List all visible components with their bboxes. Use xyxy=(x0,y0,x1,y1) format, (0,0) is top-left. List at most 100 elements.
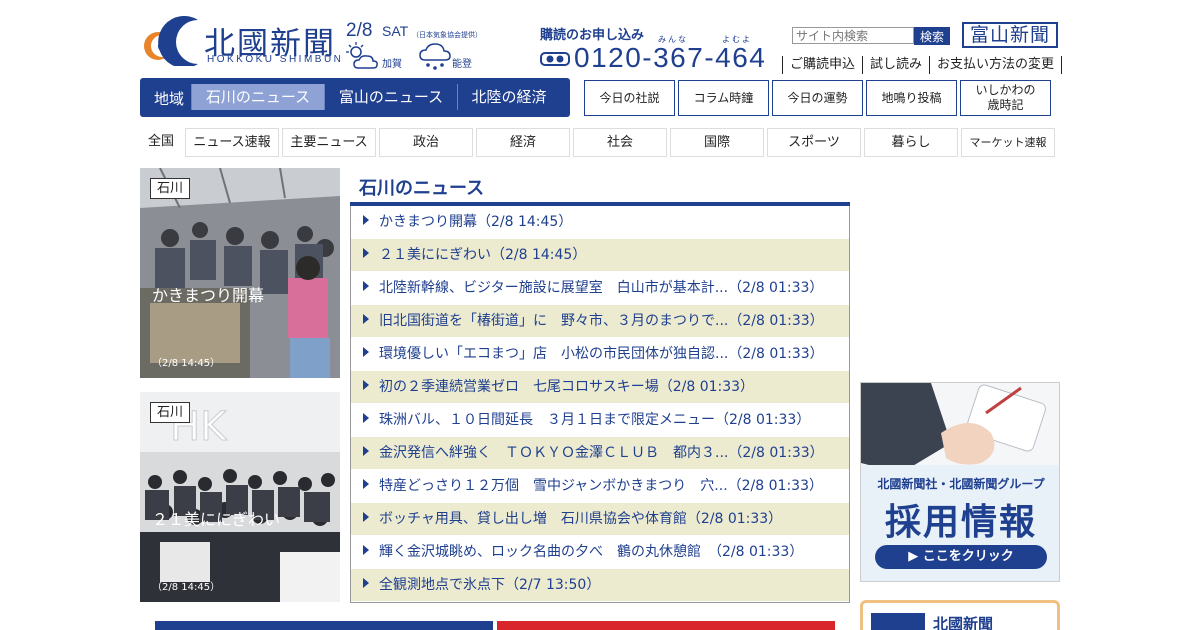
news-item[interactable]: 北陸新幹線、ビジター施設に展望室 白山市が基本計...（2/8 01:33） xyxy=(351,272,849,305)
news-headline: 北陸新幹線、ビジター施設に展望室 白山市が基本計...（2/8 01:33） xyxy=(379,280,824,296)
news-headline: 初の２季連続営業ゼロ 七尾コロサスキー場（2/8 01:33） xyxy=(379,379,755,395)
recruit-company: 北國新聞社・北國新聞グループ xyxy=(877,477,1045,491)
toyama-shimbun-link[interactable]: 富山新聞 xyxy=(962,22,1058,48)
reader-post-button[interactable]: 地鳴り投稿 xyxy=(866,80,957,116)
arrow-right-icon xyxy=(363,446,369,456)
subscribe-info[interactable]: 購読のお申し込み みんな よむよ 0120-367-464 xyxy=(540,24,780,76)
news-item[interactable]: 環境優しい「エコまつ」店 小松の市民団体が独自認...（2/8 01:33） xyxy=(351,338,849,371)
bottom-banner-1[interactable] xyxy=(155,621,493,630)
news-headline: 全観測地点で氷点下（2/7 13:50） xyxy=(379,577,601,593)
cloud-snow-icon[interactable] xyxy=(418,42,452,72)
link-payment-change[interactable]: お支払い方法の変更 xyxy=(929,56,1063,74)
phone-number[interactable]: 0120-367-464 xyxy=(574,42,766,74)
news-headline: 輝く金沢城眺め、ロック名曲の夕べ 鶴の丸休憩館 （2/8 01:33） xyxy=(379,544,804,560)
featured-time: （2/8 14:45） xyxy=(152,582,221,593)
news-item[interactable]: 初の２季連続営業ゼロ 七尾コロサスキー場（2/8 01:33） xyxy=(351,371,849,404)
header-links: ご購読申込 試し読み お支払い方法の変更 xyxy=(782,56,1063,74)
region-label: 地域 xyxy=(154,90,185,108)
link-subscribe[interactable]: ご購読申込 xyxy=(782,56,862,74)
cat-breaking[interactable]: ニュース速報 xyxy=(185,128,279,157)
news-item[interactable]: ２１美ににぎわい（2/8 14:45） xyxy=(351,239,849,272)
weekday: SAT xyxy=(382,23,409,39)
news-item[interactable]: ボッチャ用具、貸し出し増 石川県協会や体育館（2/8 01:33） xyxy=(351,503,849,536)
news-headline: 珠洲バル、１０日間延長 ３月１日まで限定メニュー（2/8 01:33） xyxy=(379,412,811,428)
news-item[interactable]: 特産どっさり１２万個 雪中ジャンボかきまつり 穴...（2/8 01:33） xyxy=(351,470,849,503)
cat-international[interactable]: 国際 xyxy=(670,128,764,157)
date-weather: 2/8 SAT （日本気象協会提供） 加賀 能登 xyxy=(346,20,536,74)
horoscope-button[interactable]: 今日の運勢 xyxy=(772,80,863,116)
cat-sports[interactable]: スポーツ xyxy=(767,128,861,157)
quick-links: 今日の社説 コラム時鐘 今日の運勢 地鳴り投稿 いしかわの 歳時記 xyxy=(584,80,1054,116)
promo-text: 北國新聞 xyxy=(933,615,994,630)
arrow-right-icon xyxy=(363,479,369,489)
region-nav: 地域 石川のニュース 富山のニュース 北陸の経済 xyxy=(140,78,570,117)
search-input[interactable] xyxy=(792,27,914,44)
weather-area-kaga: 加賀 xyxy=(382,59,402,70)
promo-logo-icon xyxy=(871,613,925,630)
weather-source: （日本気象協会提供） xyxy=(412,31,482,39)
news-item[interactable]: 全観測地点で氷点下（2/7 13:50） xyxy=(351,569,849,602)
news-headline: ２１美ににぎわい（2/8 14:45） xyxy=(379,247,587,263)
recruit-banner[interactable]: 北國新聞社・北國新聞グループ 採用情報 ▶ ここをクリック xyxy=(860,382,1060,582)
news-headline: ボッチャ用具、貸し出し増 石川県協会や体育館（2/8 01:33） xyxy=(379,511,783,527)
region-tag: 石川 xyxy=(150,178,191,199)
news-list: かきまつり開幕（2/8 14:45） ２１美ににぎわい（2/8 14:45） 北… xyxy=(350,206,850,603)
cat-economy[interactable]: 経済 xyxy=(476,128,570,157)
ishikawa-calendar-button[interactable]: いしかわの 歳時記 xyxy=(960,80,1051,116)
featured-caption: ２１美ににぎわい xyxy=(152,510,281,529)
news-item[interactable]: 珠洲バル、１０日間延長 ３月１日まで限定メニュー（2/8 01:33） xyxy=(351,404,849,437)
news-headline: 旧北国街道を「椿街道」に 野々市、３月のまつりで...（2/8 01:33） xyxy=(379,313,824,329)
tab-toyama-news[interactable]: 富山のニュース xyxy=(324,84,457,110)
section-title: 石川のニュース xyxy=(359,178,485,199)
weather-area-noto: 能登 xyxy=(452,59,472,70)
date: 2/8 xyxy=(346,20,373,41)
news-headline: 環境優しい「エコまつ」店 小松の市民団体が独自認...（2/8 01:33） xyxy=(379,346,824,362)
logo-mark-icon xyxy=(144,16,198,66)
featured-time: （2/8 14:45） xyxy=(152,358,221,369)
hokkoku-promo[interactable]: 北國新聞 xyxy=(860,600,1060,630)
cat-society[interactable]: 社会 xyxy=(573,128,667,157)
search-button[interactable]: 検索 xyxy=(914,27,950,45)
bottom-banner-2[interactable] xyxy=(497,621,835,630)
calendar-label: いしかわの 歳時記 xyxy=(975,83,1036,112)
cat-top-news[interactable]: 主要ニュース xyxy=(282,128,376,157)
ishikawa-news-list: 石川のニュース かきまつり開幕（2/8 14:45） ２１美ににぎわい（2/8 … xyxy=(350,168,850,604)
news-headline: 特産どっさり１２万個 雪中ジャンボかきまつり 穴...（2/8 01:33） xyxy=(379,478,823,494)
cat-living[interactable]: 暮らし xyxy=(864,128,958,157)
site-logo[interactable]: 北國新聞 HOKKOKU SHIMBUN xyxy=(140,16,344,68)
subscribe-title: 購読のお申し込み xyxy=(540,28,645,43)
cloud-sun-icon[interactable] xyxy=(346,42,380,72)
arrow-right-icon xyxy=(363,512,369,522)
category-nav: 全国 ニュース速報 主要ニュース 政治 経済 社会 国際 スポーツ 暮らし マー… xyxy=(140,128,1058,157)
arrow-right-icon xyxy=(363,314,369,324)
news-item[interactable]: かきまつり開幕（2/8 14:45） xyxy=(351,206,849,239)
region-tag: 石川 xyxy=(150,402,191,423)
recruit-click-button[interactable]: ▶ ここをクリック xyxy=(875,545,1047,569)
news-item[interactable]: 旧北国街道を「椿街道」に 野々市、３月のまつりで...（2/8 01:33） xyxy=(351,305,849,338)
tab-hokuriku-economy[interactable]: 北陸の経済 xyxy=(457,84,560,110)
arrow-right-icon xyxy=(363,248,369,258)
tab-ishikawa-news[interactable]: 石川のニュース xyxy=(191,84,324,110)
column-jisho-button[interactable]: コラム時鐘 xyxy=(678,80,769,116)
arrow-right-icon xyxy=(363,413,369,423)
logo-subtitle: HOKKOKU SHIMBUN xyxy=(207,54,344,65)
editorial-button[interactable]: 今日の社説 xyxy=(584,80,675,116)
news-item[interactable]: 金沢発信へ絆強く ＴＯＫＹＯ金澤ＣＬＵＢ 都内３...（2/8 01:33） xyxy=(351,437,849,470)
cat-market[interactable]: マーケット速報 xyxy=(961,128,1055,157)
arrow-right-icon xyxy=(363,281,369,291)
featured-story-2[interactable]: HK 石川 ２１美ににぎわい （2/8 14:45） xyxy=(140,392,340,602)
cat-national[interactable]: 全国 xyxy=(140,128,182,157)
toll-free-icon xyxy=(540,52,570,66)
featured-photo-oyster-festival xyxy=(140,168,340,378)
featured-story-1[interactable]: 石川 かきまつり開幕 （2/8 14:45） xyxy=(140,168,340,378)
recruit-title: 採用情報 xyxy=(884,502,1037,543)
cat-politics[interactable]: 政治 xyxy=(379,128,473,157)
news-headline: 金沢発信へ絆強く ＴＯＫＹＯ金澤ＣＬＵＢ 都内３...（2/8 01:33） xyxy=(379,445,824,461)
arrow-right-icon xyxy=(363,347,369,357)
news-headline: かきまつり開幕（2/8 14:45） xyxy=(379,214,573,230)
featured-caption: かきまつり開幕 xyxy=(152,286,265,305)
arrow-right-icon xyxy=(363,215,369,225)
featured-photo-21st-museum: HK xyxy=(140,392,340,602)
news-item[interactable]: 輝く金沢城眺め、ロック名曲の夕べ 鶴の丸休憩館 （2/8 01:33） xyxy=(351,536,849,569)
link-trial[interactable]: 試し読み xyxy=(862,56,929,74)
